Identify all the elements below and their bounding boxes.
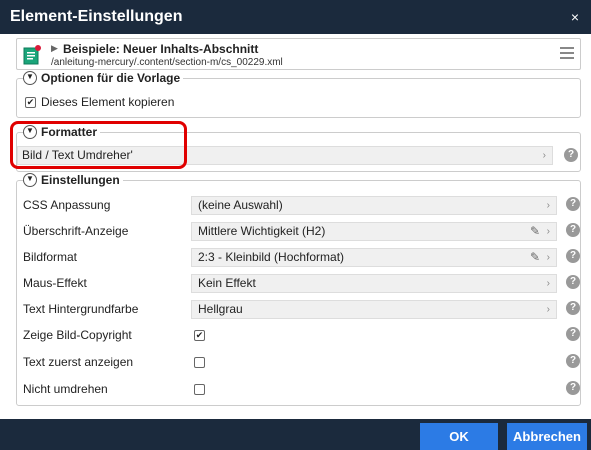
dialog-title: Element-Einstellungen	[0, 0, 591, 34]
help-icon[interactable]: ?	[566, 223, 580, 237]
settings-group: ▼ Einstellungen CSS Anpassung (keine Aus…	[16, 172, 582, 406]
textfirst-checkbox[interactable]	[194, 357, 205, 368]
setting-label: Überschrift-Anzeige	[23, 224, 129, 238]
setting-row-imageformat: Bildformat 2:3 - Kleinbild (Hochformat) …	[17, 247, 582, 267]
css-select[interactable]: (keine Auswahl) ›	[191, 196, 557, 215]
setting-row-noflip: Nicht umdrehen ?	[17, 379, 582, 399]
setting-value: (keine Auswahl)	[198, 198, 283, 212]
setting-label: Nicht umdrehen	[23, 382, 108, 396]
setting-label: Text zuerst anzeigen	[23, 355, 134, 369]
copyright-checkbox[interactable]: ✔	[194, 330, 205, 341]
help-icon[interactable]: ?	[566, 275, 580, 289]
chevron-right-icon: ›	[546, 226, 550, 237]
heading-select[interactable]: Mittlere Wichtigkeit (H2) ✎ ›	[191, 222, 557, 241]
copy-element-row[interactable]: ✔ Dieses Element kopieren	[25, 95, 174, 109]
chevron-right-icon: ›	[546, 200, 550, 211]
help-icon[interactable]: ?	[566, 197, 580, 211]
setting-value: Hellgrau	[198, 302, 243, 316]
close-icon[interactable]: ×	[571, 0, 579, 34]
pencil-icon[interactable]: ✎	[530, 249, 540, 266]
noflip-checkbox[interactable]	[194, 384, 205, 395]
setting-label: Maus-Effekt	[23, 276, 87, 290]
chevron-right-icon: ›	[546, 304, 550, 315]
settings-legend-label: Einstellungen	[41, 173, 120, 187]
mouse-effect-select[interactable]: Kein Effekt ›	[191, 274, 557, 293]
chevron-right-icon: ›	[546, 278, 550, 289]
help-icon[interactable]: ?	[566, 327, 580, 341]
resource-title: Beispiele: Neuer Inhalts-Abschnitt	[63, 42, 259, 56]
copy-element-checkbox[interactable]: ✔	[25, 96, 36, 108]
chevron-right-icon: ›	[542, 150, 546, 161]
help-icon[interactable]: ?	[566, 381, 580, 395]
options-legend[interactable]: ▼ Optionen für die Vorlage	[23, 70, 184, 86]
collapse-toggle-icon[interactable]: ▼	[23, 173, 37, 187]
chevron-right-icon: ›	[546, 252, 550, 263]
content-section-icon	[23, 45, 41, 65]
setting-label: Bildformat	[23, 250, 78, 264]
cancel-button[interactable]: Abbrechen	[507, 423, 587, 450]
copy-element-label: Dieses Element kopieren	[41, 95, 175, 109]
setting-row-textfirst: Text zuerst anzeigen ?	[17, 352, 582, 372]
expand-arrow-icon[interactable]: ▶	[51, 43, 58, 54]
highlight-annotation	[10, 121, 187, 169]
pencil-icon[interactable]: ✎	[530, 223, 540, 240]
imageformat-select[interactable]: 2:3 - Kleinbild (Hochformat) ✎ ›	[191, 248, 557, 267]
options-group: ▼ Optionen für die Vorlage ✔ Dieses Elem…	[16, 70, 581, 118]
dialog-footer: OK Abbrechen	[0, 419, 591, 450]
collapse-toggle-icon[interactable]: ▼	[23, 71, 37, 85]
dialog-content: ▶ Beispiele: Neuer Inhalts-Abschnitt /an…	[10, 34, 581, 419]
setting-value: 2:3 - Kleinbild (Hochformat)	[198, 250, 345, 264]
element-settings-dialog: Element-Einstellungen × ▶ Beispiele: Neu…	[0, 0, 591, 450]
options-legend-label: Optionen für die Vorlage	[41, 71, 181, 85]
resource-path: /anleitung-mercury/.content/section-m/cs…	[51, 57, 283, 68]
setting-value: Kein Effekt	[198, 276, 256, 290]
setting-row-mouse: Maus-Effekt Kein Effekt › ?	[17, 273, 582, 293]
setting-row-css: CSS Anpassung (keine Auswahl) › ?	[17, 195, 582, 215]
bgcolor-select[interactable]: Hellgrau ›	[191, 300, 557, 319]
help-icon[interactable]: ?	[566, 354, 580, 368]
setting-row-heading: Überschrift-Anzeige Mittlere Wichtigkeit…	[17, 221, 582, 241]
ok-button[interactable]: OK	[420, 423, 498, 450]
setting-row-bgcolor: Text Hintergrundfarbe Hellgrau › ?	[17, 299, 582, 319]
menu-icon[interactable]	[560, 47, 574, 62]
setting-label: Text Hintergrundfarbe	[23, 302, 139, 316]
resource-info: ▶ Beispiele: Neuer Inhalts-Abschnitt /an…	[16, 38, 581, 70]
setting-label: CSS Anpassung	[23, 198, 111, 212]
settings-legend[interactable]: ▼ Einstellungen	[23, 172, 123, 188]
help-icon[interactable]: ?	[566, 249, 580, 263]
setting-label: Zeige Bild-Copyright	[23, 328, 132, 342]
setting-value: Mittlere Wichtigkeit (H2)	[198, 224, 326, 238]
help-icon[interactable]: ?	[564, 148, 578, 162]
help-icon[interactable]: ?	[566, 301, 580, 315]
setting-row-copyright: Zeige Bild-Copyright ✔ ?	[17, 325, 582, 345]
